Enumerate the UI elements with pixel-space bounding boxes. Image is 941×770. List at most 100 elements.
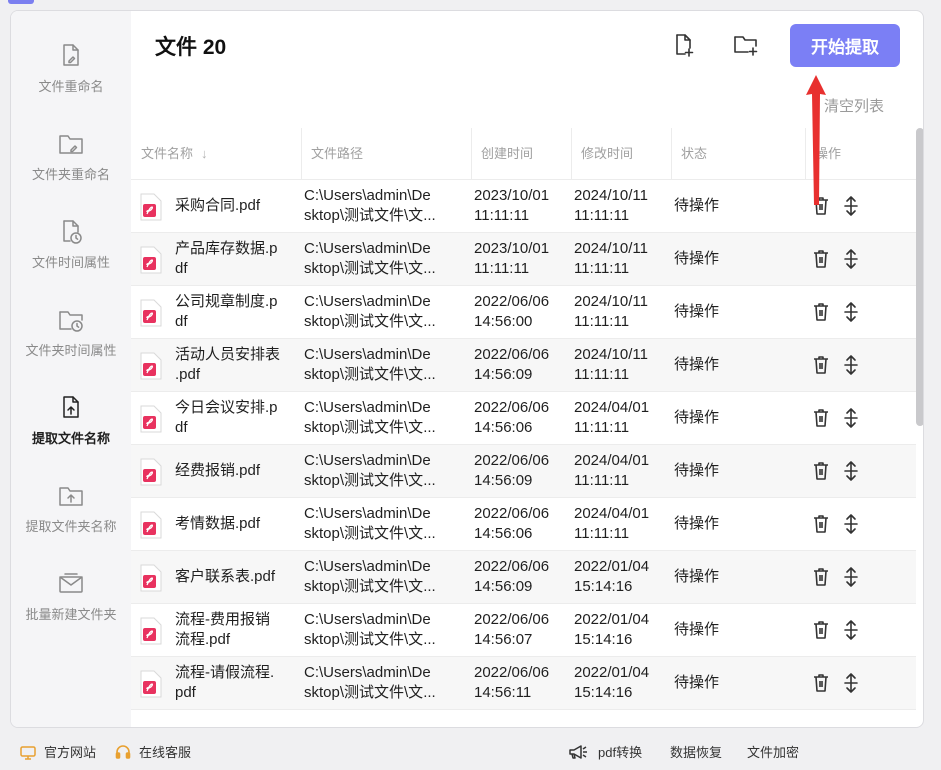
file-encrypt-link[interactable]: 文件加密 xyxy=(747,742,799,760)
table-row[interactable]: 经费报销.pdf C:\Users\admin\De sktop\测试文件\文...… xyxy=(131,445,916,498)
sidebar-item-3[interactable]: 文件夹时间属性 xyxy=(11,306,131,386)
created-cell-line: 2023/10/01 xyxy=(474,187,550,204)
move-vertical-icon xyxy=(844,514,858,534)
sidebar-item-0[interactable]: 文件重命名 xyxy=(11,42,131,122)
delete-row-button[interactable] xyxy=(811,513,831,535)
sidebar-item-1[interactable]: 文件夹重命名 xyxy=(11,130,131,210)
modified-cell: 2024/10/11 11:11:11 xyxy=(574,186,666,226)
name-cell: 产品库存数据.p df xyxy=(175,239,293,279)
table-body: 采购合同.pdf C:\Users\admin\De sktop\测试文件\文...… xyxy=(131,180,916,710)
path-cell-line: C:\Users\admin\De xyxy=(304,293,431,310)
created-cell: 2022/06/06 14:56:06 xyxy=(474,504,566,544)
created-cell: 2022/06/06 14:56:00 xyxy=(474,292,566,332)
name-cell: 活动人员安排表 .pdf xyxy=(175,345,293,385)
add-file-button[interactable] xyxy=(669,31,697,59)
move-row-button[interactable] xyxy=(841,619,861,641)
delete-row-button[interactable] xyxy=(811,619,831,641)
online-service-link[interactable]: 在线客服 xyxy=(115,742,191,760)
start-extract-button[interactable]: 开始提取 xyxy=(790,24,900,67)
folder-new-icon xyxy=(59,573,83,593)
table-row[interactable]: 流程-请假流程. pdf C:\Users\admin\De sktop\测试文件\文… xyxy=(131,657,916,710)
pdf-file-icon xyxy=(140,193,162,221)
name-cell-line: 今日会议安排.p xyxy=(175,399,278,416)
path-cell: C:\Users\admin\De sktop\测试文件\文... xyxy=(304,557,454,597)
path-cell-line: sktop\测试文件\文... xyxy=(304,313,436,330)
name-cell: 流程-费用报销 流程.pdf xyxy=(175,610,293,650)
table-row[interactable]: 考情数据.pdf C:\Users\admin\De sktop\测试文件\文...… xyxy=(131,498,916,551)
trash-icon xyxy=(814,250,828,268)
name-cell-line: df xyxy=(175,260,188,277)
file-upload-icon xyxy=(63,396,79,418)
move-row-button[interactable] xyxy=(841,672,861,694)
table-row[interactable]: 流程-费用报销 流程.pdf C:\Users\admin\De sktop\测试文件… xyxy=(131,604,916,657)
created-cell-line: 14:56:00 xyxy=(474,313,533,330)
created-cell: 2022/06/06 14:56:06 xyxy=(474,398,566,438)
delete-row-button[interactable] xyxy=(811,460,831,482)
table-row[interactable]: 今日会议安排.p df C:\Users\admin\De sktop\测试文件\文.… xyxy=(131,392,916,445)
modified-cell-line: 15:14:16 xyxy=(574,578,633,595)
column-header-0[interactable]: 文件名称 ↓ xyxy=(131,128,208,180)
sidebar-item-label: 文件重命名 xyxy=(38,79,104,94)
modified-cell-line: 11:11:11 xyxy=(574,525,630,542)
name-cell-line: 活动人员安排表 xyxy=(175,346,281,363)
sidebar-item-2[interactable]: 文件时间属性 xyxy=(11,218,131,298)
created-cell-line: 2022/06/06 xyxy=(474,346,550,363)
sidebar-item-6[interactable]: 批量新建文件夹 xyxy=(11,570,131,650)
sidebar-item-label: 文件夹时间属性 xyxy=(25,343,117,358)
name-cell: 采购合同.pdf xyxy=(175,196,293,216)
move-row-button[interactable] xyxy=(841,460,861,482)
clear-list-button[interactable]: 清空列表 xyxy=(824,95,884,116)
move-row-button[interactable] xyxy=(841,407,861,429)
column-header-label: 文件路径 xyxy=(311,146,364,161)
website-label: 官方网站 xyxy=(44,745,97,760)
path-cell-line: C:\Users\admin\De xyxy=(304,505,431,522)
column-header-label: 操作 xyxy=(815,146,842,161)
pdf-file-icon xyxy=(140,564,162,592)
move-row-button[interactable] xyxy=(841,301,861,323)
move-row-button[interactable] xyxy=(841,248,861,270)
official-website-link[interactable]: 官方网站 xyxy=(20,742,97,760)
status-text: 待操作 xyxy=(674,515,720,532)
move-row-button[interactable] xyxy=(841,566,861,588)
status-text: 待操作 xyxy=(674,197,720,214)
path-cell-line: C:\Users\admin\De xyxy=(304,664,431,681)
sidebar-item-label: 提取文件名称 xyxy=(31,431,110,446)
created-cell-line: 2022/06/06 xyxy=(474,505,550,522)
sidebar-item-5[interactable]: 提取文件夹名称 xyxy=(11,482,131,562)
move-row-button[interactable] xyxy=(841,354,861,376)
delete-row-button[interactable] xyxy=(811,354,831,376)
move-vertical-icon xyxy=(844,249,858,269)
app-chip xyxy=(8,0,34,4)
status-text: 待操作 xyxy=(674,356,720,373)
created-cell: 2022/06/06 14:56:07 xyxy=(474,610,566,650)
delete-row-button[interactable] xyxy=(811,195,831,217)
pdf-convert-link[interactable]: pdf转换 xyxy=(568,742,642,760)
scrollbar-thumb[interactable] xyxy=(916,128,923,426)
name-cell-line: 采购合同.pdf xyxy=(175,197,261,214)
name-cell: 流程-请假流程. pdf xyxy=(175,663,293,703)
column-header-label: 状态 xyxy=(681,146,708,161)
sidebar-item-4[interactable]: 提取文件名称 xyxy=(11,394,131,474)
delete-row-button[interactable] xyxy=(811,672,831,694)
table-row[interactable]: 产品库存数据.p df C:\Users\admin\De sktop\测试文件\文.… xyxy=(131,233,916,286)
move-row-button[interactable] xyxy=(841,195,861,217)
footer-bar: 官方网站 在线客服 pdf转换 数据恢复 文件加密 xyxy=(0,730,941,770)
table-row[interactable]: 活动人员安排表 .pdf C:\Users\admin\De sktop\测试文件\文… xyxy=(131,339,916,392)
trash-icon xyxy=(814,568,828,586)
data-recovery-link[interactable]: 数据恢复 xyxy=(670,742,722,760)
move-row-button[interactable] xyxy=(841,513,861,535)
add-folder-button[interactable] xyxy=(732,31,760,59)
modified-cell-line: 2024/10/11 xyxy=(574,187,648,204)
path-cell: C:\Users\admin\De sktop\测试文件\文... xyxy=(304,398,454,438)
pdf-file-icon xyxy=(140,511,162,539)
delete-row-button[interactable] xyxy=(811,566,831,588)
pdf-file-icon xyxy=(140,458,162,486)
delete-row-button[interactable] xyxy=(811,407,831,429)
table-row[interactable]: 公司规章制度.p df C:\Users\admin\De sktop\测试文件\文.… xyxy=(131,286,916,339)
column-header-1: 文件路径 xyxy=(301,128,363,180)
name-cell-line: 考情数据.pdf xyxy=(175,515,261,532)
delete-row-button[interactable] xyxy=(811,301,831,323)
table-row[interactable]: 采购合同.pdf C:\Users\admin\De sktop\测试文件\文...… xyxy=(131,180,916,233)
table-row[interactable]: 客户联系表.pdf C:\Users\admin\De sktop\测试文件\文..… xyxy=(131,551,916,604)
delete-row-button[interactable] xyxy=(811,248,831,270)
